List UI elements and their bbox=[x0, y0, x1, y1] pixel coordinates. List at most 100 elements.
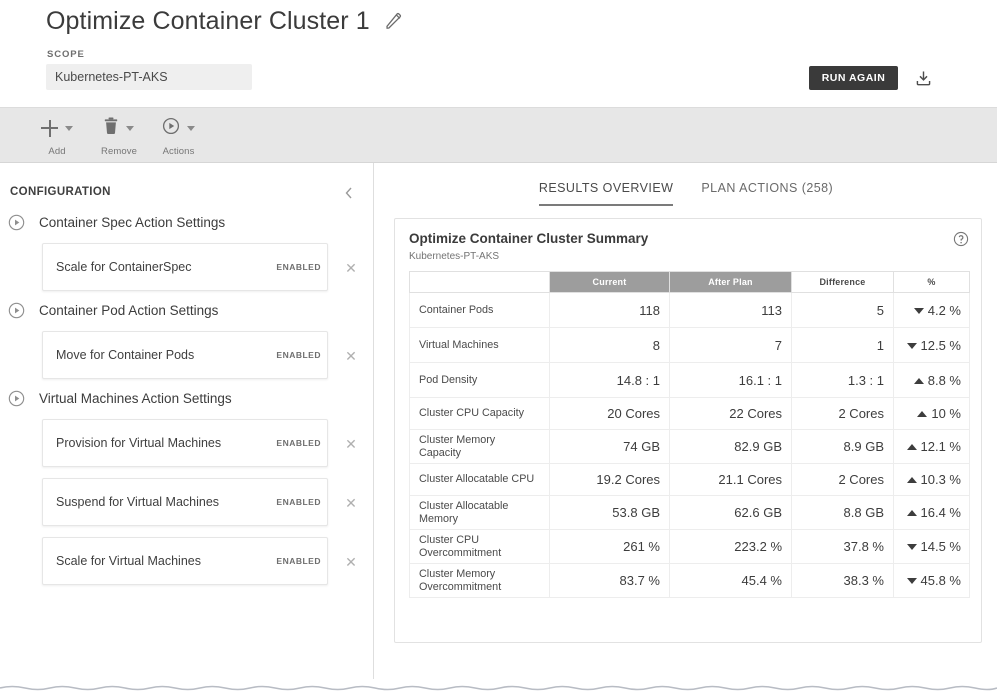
action-toolbar: Add Remove bbox=[0, 107, 997, 163]
arrow-down-icon bbox=[907, 578, 917, 584]
config-group-header[interactable]: Virtual Machines Action Settings bbox=[0, 385, 374, 411]
tab-plan-actions[interactable]: PLAN ACTIONS (258) bbox=[701, 181, 833, 206]
cell-current: 8 bbox=[550, 328, 670, 363]
arrow-up-icon bbox=[907, 510, 917, 516]
row-label: Cluster CPU Capacity bbox=[410, 398, 550, 430]
action-card[interactable]: Scale for ContainerSpec ENABLED ✕ bbox=[42, 243, 328, 291]
summary-card-title: Optimize Container Cluster Summary bbox=[409, 231, 648, 246]
close-icon[interactable]: ✕ bbox=[339, 420, 363, 468]
arrow-down-icon bbox=[907, 544, 917, 550]
action-name: Move for Container Pods bbox=[56, 348, 276, 362]
toolbar-item-remove[interactable]: Remove bbox=[101, 117, 137, 157]
scope-input[interactable] bbox=[46, 64, 252, 90]
table-row: Cluster Memory Capacity74 GB82.9 GB8.9 G… bbox=[410, 430, 970, 464]
action-card[interactable]: Move for Container Pods ENABLED ✕ bbox=[42, 331, 328, 379]
action-state-badge: ENABLED bbox=[276, 350, 321, 360]
cell-difference: 37.8 % bbox=[792, 530, 894, 564]
action-state-badge: ENABLED bbox=[276, 497, 321, 507]
app-root: Optimize Container Cluster 1 SCOPE RUN A… bbox=[0, 0, 997, 691]
download-icon[interactable] bbox=[912, 67, 934, 89]
play-circle-icon bbox=[8, 214, 25, 231]
cell-after-plan: 223.2 % bbox=[670, 530, 792, 564]
toolbar-label-remove: Remove bbox=[101, 146, 137, 157]
action-card[interactable]: Suspend for Virtual Machines ENABLED ✕ bbox=[42, 478, 328, 526]
config-group-header[interactable]: Container Pod Action Settings bbox=[0, 297, 374, 323]
tab-results-overview[interactable]: RESULTS OVERVIEW bbox=[539, 181, 674, 206]
chevron-down-icon[interactable] bbox=[126, 126, 134, 131]
percent-value: 16.4 % bbox=[921, 505, 961, 520]
pencil-icon[interactable] bbox=[384, 11, 404, 31]
toolbar-label-actions: Actions bbox=[163, 146, 195, 157]
cell-current: 14.8 : 1 bbox=[550, 363, 670, 398]
cell-after-plan: 113 bbox=[670, 293, 792, 328]
chevron-down-icon[interactable] bbox=[65, 126, 73, 131]
cell-percent: 10.3 % bbox=[894, 464, 970, 496]
summary-card-subtitle: Kubernetes-PT-AKS bbox=[409, 251, 499, 262]
cell-difference: 1 bbox=[792, 328, 894, 363]
page-title: Optimize Container Cluster 1 bbox=[46, 6, 370, 36]
arrow-up-icon bbox=[907, 477, 917, 483]
toolbar-item-add[interactable]: Add bbox=[41, 117, 73, 157]
cell-difference: 2 Cores bbox=[792, 464, 894, 496]
action-name: Scale for ContainerSpec bbox=[56, 260, 276, 274]
close-icon[interactable]: ✕ bbox=[339, 479, 363, 527]
percent-value: 10.3 % bbox=[921, 472, 961, 487]
results-panel: RESULTS OVERVIEW PLAN ACTIONS (258) Opti… bbox=[375, 163, 997, 679]
table-row: Pod Density14.8 : 116.1 : 11.3 : 18.8 % bbox=[410, 363, 970, 398]
table-row: Cluster Memory Overcommitment83.7 %45.4 … bbox=[410, 564, 970, 598]
row-label: Cluster Allocatable CPU bbox=[410, 464, 550, 496]
help-circle-icon[interactable] bbox=[953, 231, 969, 247]
cell-difference: 5 bbox=[792, 293, 894, 328]
action-card[interactable]: Provision for Virtual Machines ENABLED ✕ bbox=[42, 419, 328, 467]
action-name: Scale for Virtual Machines bbox=[56, 554, 276, 568]
col-header-blank bbox=[410, 272, 550, 293]
tab-bar: RESULTS OVERVIEW PLAN ACTIONS (258) bbox=[375, 181, 997, 206]
row-label: Container Pods bbox=[410, 293, 550, 328]
close-icon[interactable]: ✕ bbox=[339, 244, 363, 292]
scope-label: SCOPE bbox=[47, 49, 85, 60]
arrow-up-icon bbox=[907, 444, 917, 450]
play-circle-icon bbox=[162, 117, 180, 140]
action-state-badge: ENABLED bbox=[276, 262, 321, 272]
cell-after-plan: 22 Cores bbox=[670, 398, 792, 430]
cell-after-plan: 62.6 GB bbox=[670, 496, 792, 530]
percent-value: 14.5 % bbox=[921, 539, 961, 554]
configuration-heading: CONFIGURATION bbox=[10, 186, 111, 198]
percent-value: 12.5 % bbox=[921, 338, 961, 353]
row-label: Cluster CPU Overcommitment bbox=[410, 530, 550, 564]
remove-icon-row bbox=[103, 117, 134, 139]
cell-current: 261 % bbox=[550, 530, 670, 564]
cell-after-plan: 82.9 GB bbox=[670, 430, 792, 464]
cell-percent: 12.5 % bbox=[894, 328, 970, 363]
arrow-down-icon bbox=[907, 343, 917, 349]
toolbar-item-actions[interactable]: Actions bbox=[162, 117, 195, 157]
config-group-header[interactable]: Container Spec Action Settings bbox=[0, 209, 374, 235]
config-group-title: Container Spec Action Settings bbox=[39, 215, 225, 230]
col-header-after-plan: After Plan bbox=[670, 272, 792, 293]
action-card[interactable]: Scale for Virtual Machines ENABLED ✕ bbox=[42, 537, 328, 585]
cell-difference: 8.9 GB bbox=[792, 430, 894, 464]
chevron-left-icon[interactable] bbox=[340, 185, 358, 203]
run-again-button[interactable]: RUN AGAIN bbox=[809, 66, 898, 90]
cell-difference: 1.3 : 1 bbox=[792, 363, 894, 398]
cell-percent: 45.8 % bbox=[894, 564, 970, 598]
row-label: Cluster Allocatable Memory bbox=[410, 496, 550, 530]
cell-after-plan: 7 bbox=[670, 328, 792, 363]
title-row: Optimize Container Cluster 1 bbox=[46, 6, 404, 36]
arrow-up-icon bbox=[914, 378, 924, 384]
arrow-down-icon bbox=[914, 308, 924, 314]
close-icon[interactable]: ✕ bbox=[339, 538, 363, 586]
config-group-container-spec: Container Spec Action Settings Scale for… bbox=[0, 209, 374, 291]
trash-icon bbox=[103, 117, 119, 140]
torn-edge bbox=[0, 681, 997, 691]
cell-current: 20 Cores bbox=[550, 398, 670, 430]
table-row: Cluster CPU Overcommitment261 %223.2 %37… bbox=[410, 530, 970, 564]
action-name: Provision for Virtual Machines bbox=[56, 436, 276, 450]
action-name: Suspend for Virtual Machines bbox=[56, 495, 276, 509]
kebab-menu-icon[interactable] bbox=[963, 67, 983, 89]
chevron-down-icon[interactable] bbox=[187, 126, 195, 131]
close-icon[interactable]: ✕ bbox=[339, 332, 363, 380]
percent-value: 45.8 % bbox=[921, 573, 961, 588]
config-group-title: Container Pod Action Settings bbox=[39, 303, 218, 318]
cell-percent: 4.2 % bbox=[894, 293, 970, 328]
